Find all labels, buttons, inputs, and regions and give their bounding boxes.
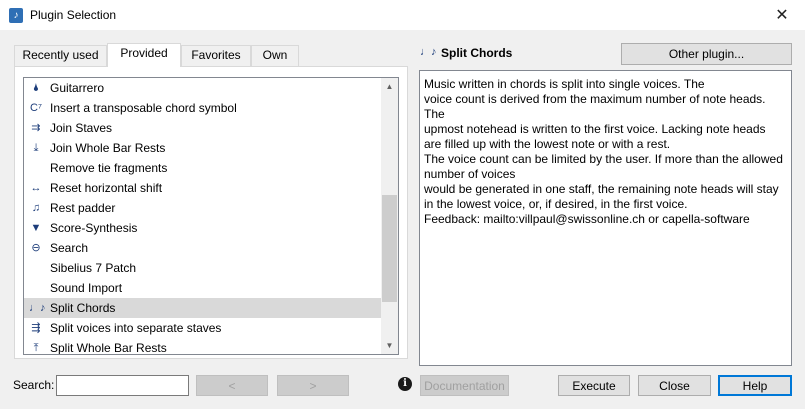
plugin-list-item[interactable]: C⁷ Insert a transposable chord symbol xyxy=(24,98,382,118)
plugin-list-item[interactable]: ▼ Score-Synthesis xyxy=(24,218,382,238)
chord-symbol-icon: C⁷ xyxy=(30,102,42,114)
guitar-icon: 🌢 xyxy=(32,82,40,94)
close-window-button[interactable]: ✕ xyxy=(759,0,805,31)
plugin-label: Sibelius 7 Patch xyxy=(50,261,137,275)
plugin-label: Join Staves xyxy=(50,121,113,135)
plugin-list-item[interactable]: ⇶ Split voices into separate staves xyxy=(24,318,382,338)
plugin-label: Rest padder xyxy=(50,201,116,215)
plugin-list-item[interactable]: ⇉ Join Staves xyxy=(24,118,382,138)
execute-button[interactable]: Execute xyxy=(558,375,630,396)
plugin-list-item[interactable]: ♩♪ Split Chords xyxy=(24,298,382,318)
scroll-up-arrow-icon[interactable]: ▲ xyxy=(381,78,398,95)
split-chords-icon: ♩♪ xyxy=(29,302,46,314)
join-staves-icon: ⇉ xyxy=(31,122,41,134)
other-plugin-button[interactable]: Other plugin... xyxy=(621,43,792,65)
plugin-label: Remove tie fragments xyxy=(50,161,168,175)
next-button[interactable]: > xyxy=(277,375,349,396)
scroll-down-arrow-icon[interactable]: ▼ xyxy=(381,337,398,354)
plugin-list-item[interactable]: 🌢 Guitarrero xyxy=(24,78,382,98)
plugin-label: Insert a transposable chord symbol xyxy=(50,101,237,115)
score-synthesis-icon: ▼ xyxy=(30,222,42,234)
search-icon: ⊖ xyxy=(31,242,41,254)
plugin-list-items: 🌢 Guitarrero C⁷ Insert a transposable chord… xyxy=(24,78,382,355)
plugin-list-item[interactable]: Sound Import xyxy=(24,278,382,298)
help-button[interactable]: Help xyxy=(718,375,792,396)
close-button[interactable]: Close xyxy=(638,375,711,396)
plugin-list-item[interactable]: Sibelius 7 Patch xyxy=(24,258,382,278)
previous-button[interactable]: < xyxy=(196,375,268,396)
split-chords-icon: ♩♪ xyxy=(420,46,437,58)
plugin-list[interactable]: 🌢 Guitarrero C⁷ Insert a transposable chord… xyxy=(23,77,399,355)
plugin-description: Music written in chords is split into si… xyxy=(419,70,792,366)
plugin-label: Join Whole Bar Rests xyxy=(50,141,166,155)
plugin-label: Split voices into separate staves xyxy=(50,321,222,335)
plugin-list-item[interactable]: Remove tie fragments xyxy=(24,158,382,178)
info-icon[interactable]: i xyxy=(398,377,412,391)
split-voices-icon: ⇶ xyxy=(31,322,41,334)
title-bar: ♪ Plugin Selection ✕ xyxy=(0,0,805,31)
documentation-button[interactable]: Documentation xyxy=(420,375,509,396)
reset-shift-icon: ↔ xyxy=(30,182,42,194)
split-rests-icon: ⤒ xyxy=(33,342,39,354)
window-title: Plugin Selection xyxy=(30,8,117,22)
search-label: Search: xyxy=(13,378,55,392)
plugin-label: Sound Import xyxy=(50,281,123,295)
join-rests-icon: ⤓ xyxy=(33,142,39,154)
plugin-list-item[interactable]: ⤓ Join Whole Bar Rests xyxy=(24,138,382,158)
plugin-label: Search xyxy=(50,241,89,255)
tab-favorites[interactable]: Favorites xyxy=(181,45,251,66)
tab-recently-used[interactable]: Recently used xyxy=(14,45,107,66)
plugin-label: Score-Synthesis xyxy=(50,221,138,235)
plugin-label: Split Chords xyxy=(50,301,116,315)
rest-padder-icon: ♫ xyxy=(31,202,41,214)
plugin-list-item[interactable]: ↔ Reset horizontal shift xyxy=(24,178,382,198)
scrollbar[interactable]: ▲ ▼ xyxy=(381,78,398,354)
plugin-label: Split Whole Bar Rests xyxy=(50,341,167,355)
plugin-label: Reset horizontal shift xyxy=(50,181,163,195)
scrollbar-thumb[interactable] xyxy=(382,195,397,302)
tab-provided[interactable]: Provided xyxy=(107,43,181,67)
plugin-title: Split Chords xyxy=(441,46,513,60)
search-input[interactable] xyxy=(56,375,189,396)
tab-own[interactable]: Own xyxy=(251,45,299,66)
plugin-list-item[interactable]: ⤒ Split Whole Bar Rests xyxy=(24,338,382,355)
plugin-list-item[interactable]: ⊖ Search xyxy=(24,238,382,258)
plugin-list-item[interactable]: ♫ Rest padder xyxy=(24,198,382,218)
plugin-label: Guitarrero xyxy=(50,81,105,95)
app-icon: ♪ xyxy=(9,8,23,23)
